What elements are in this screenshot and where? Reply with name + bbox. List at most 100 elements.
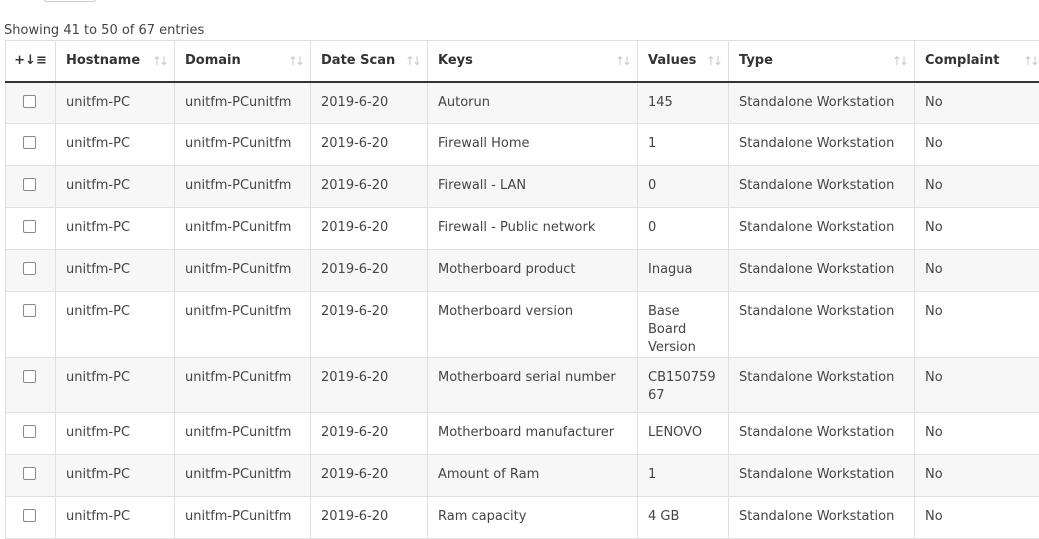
value-cell: 0 [638, 208, 729, 250]
hostname-cell: unitfm-PC [56, 413, 175, 455]
column-label: Type [739, 53, 773, 68]
domain-cell: unitfm-PCunitfm [175, 208, 311, 250]
table-row[interactable]: unitfm-PC unitfm-PCunitfm 2019-6-20 Amou… [6, 455, 1039, 497]
complaint-cell: No [915, 208, 1039, 250]
domain-cell: unitfm-PCunitfm [175, 292, 311, 358]
row-checkbox[interactable] [23, 467, 36, 480]
type-cell: Standalone Workstation [729, 455, 915, 497]
column-header-type[interactable]: Type ↑↓ [729, 41, 915, 82]
row-checkbox[interactable] [23, 220, 36, 233]
complaint-cell: No [915, 292, 1039, 358]
column-header-domain[interactable]: Domain ↑↓ [175, 41, 311, 82]
row-checkbox[interactable] [23, 509, 36, 522]
column-header-hostname[interactable]: Hostname ↑↓ [56, 41, 175, 82]
row-checkbox[interactable] [23, 95, 36, 108]
column-label: Date Scan [321, 53, 395, 68]
key-cell: Motherboard product [428, 250, 638, 292]
complaint-cell: No [915, 413, 1039, 455]
domain-cell: unitfm-PCunitfm [175, 250, 311, 292]
sort-icon: ↑↓ [288, 54, 302, 68]
scan-results-table: +↓≡ Hostname ↑↓ Domain ↑↓ Date Scan ↑↓ K… [5, 40, 1039, 539]
type-cell: Standalone Workstation [729, 413, 915, 455]
complaint-cell: No [915, 124, 1039, 166]
domain-cell: unitfm-PCunitfm [175, 497, 311, 539]
select-all-label: + [14, 53, 25, 68]
sort-icon: ↑↓ [1023, 54, 1037, 68]
table-row[interactable]: unitfm-PC unitfm-PCunitfm 2019-6-20 Moth… [6, 358, 1039, 413]
value-cell: Inagua [638, 250, 729, 292]
table-row[interactable]: unitfm-PC unitfm-PCunitfm 2019-6-20 Fire… [6, 166, 1039, 208]
column-header-select[interactable]: +↓≡ [6, 41, 56, 82]
row-select-cell [6, 455, 56, 497]
date-scan-cell: 2019-6-20 [311, 166, 428, 208]
value-cell: Base Board Version [638, 292, 729, 358]
row-checkbox[interactable] [23, 425, 36, 438]
date-scan-cell: 2019-6-20 [311, 497, 428, 539]
table-row[interactable]: unitfm-PC unitfm-PCunitfm 2019-6-20 Moth… [6, 292, 1039, 358]
row-checkbox[interactable] [23, 304, 36, 317]
column-header-values[interactable]: Values ↑↓ [638, 41, 729, 82]
complaint-cell: No [915, 497, 1039, 539]
domain-cell: unitfm-PCunitfm [175, 455, 311, 497]
type-cell: Standalone Workstation [729, 250, 915, 292]
row-select-cell [6, 124, 56, 166]
row-select-cell [6, 292, 56, 358]
sort-icon: ↑↓ [152, 54, 166, 68]
sort-icon: ↑↓ [706, 54, 720, 68]
hostname-cell: unitfm-PC [56, 455, 175, 497]
complaint-cell: No [915, 82, 1039, 124]
row-select-cell [6, 166, 56, 208]
domain-cell: unitfm-PCunitfm [175, 82, 311, 124]
column-header-complaint[interactable]: Complaint ↑↓ [915, 41, 1039, 82]
hostname-cell: unitfm-PC [56, 82, 175, 124]
value-cell: 145 [638, 82, 729, 124]
column-label: Complaint [925, 53, 999, 68]
type-cell: Standalone Workstation [729, 292, 915, 358]
sort-icon: ↑↓ [892, 54, 906, 68]
date-scan-cell: 2019-6-20 [311, 208, 428, 250]
date-scan-cell: 2019-6-20 [311, 292, 428, 358]
hostname-cell: unitfm-PC [56, 166, 175, 208]
sort-desc-icon: ↓≡ [25, 53, 47, 68]
table-row[interactable]: unitfm-PC unitfm-PCunitfm 2019-6-20 Auto… [6, 82, 1039, 124]
hostname-cell: unitfm-PC [56, 358, 175, 413]
value-cell: 1 [638, 124, 729, 166]
table-row[interactable]: unitfm-PC unitfm-PCunitfm 2019-6-20 Ram … [6, 497, 1039, 539]
row-select-cell [6, 250, 56, 292]
value-cell: CB15075967 [638, 358, 729, 413]
table-row[interactable]: unitfm-PC unitfm-PCunitfm 2019-6-20 Moth… [6, 250, 1039, 292]
domain-cell: unitfm-PCunitfm [175, 358, 311, 413]
column-label: Domain [185, 53, 241, 68]
type-cell: Standalone Workstation [729, 82, 915, 124]
hostname-cell: unitfm-PC [56, 497, 175, 539]
type-cell: Standalone Workstation [729, 358, 915, 413]
sort-icon: ↑↓ [615, 54, 629, 68]
table-row[interactable]: unitfm-PC unitfm-PCunitfm 2019-6-20 Moth… [6, 413, 1039, 455]
key-cell: Motherboard manufacturer [428, 413, 638, 455]
key-cell: Motherboard serial number [428, 358, 638, 413]
domain-cell: unitfm-PCunitfm [175, 124, 311, 166]
row-checkbox[interactable] [23, 262, 36, 275]
row-checkbox[interactable] [23, 136, 36, 149]
value-cell: 0 [638, 166, 729, 208]
hostname-cell: unitfm-PC [56, 124, 175, 166]
key-cell: Firewall - Public network [428, 208, 638, 250]
column-header-date-scan[interactable]: Date Scan ↑↓ [311, 41, 428, 82]
page-length-select[interactable] [43, 0, 97, 2]
sort-icon: ↑↓ [405, 54, 419, 68]
row-select-cell [6, 208, 56, 250]
row-checkbox[interactable] [23, 178, 36, 191]
table-row[interactable]: unitfm-PC unitfm-PCunitfm 2019-6-20 Fire… [6, 208, 1039, 250]
date-scan-cell: 2019-6-20 [311, 124, 428, 166]
table-row[interactable]: unitfm-PC unitfm-PCunitfm 2019-6-20 Fire… [6, 124, 1039, 166]
column-header-keys[interactable]: Keys ↑↓ [428, 41, 638, 82]
key-cell: Firewall - LAN [428, 166, 638, 208]
key-cell: Firewall Home [428, 124, 638, 166]
column-label: Hostname [66, 53, 140, 68]
value-cell: 1 [638, 455, 729, 497]
row-checkbox[interactable] [23, 370, 36, 383]
hostname-cell: unitfm-PC [56, 292, 175, 358]
row-select-cell [6, 497, 56, 539]
type-cell: Standalone Workstation [729, 166, 915, 208]
type-cell: Standalone Workstation [729, 208, 915, 250]
